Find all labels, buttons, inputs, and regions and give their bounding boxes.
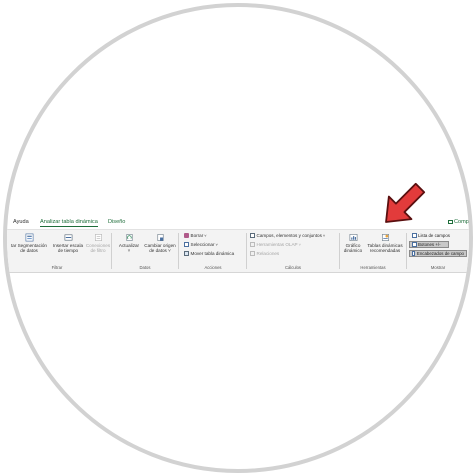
group-separator <box>246 233 247 269</box>
select-button[interactable]: Seleccionar ˅ <box>184 241 218 248</box>
field-headers-label: Encabezados de campo <box>416 251 464 256</box>
group-herramientas: Gráfico dinámico Tablas dinámicas recome… <box>341 230 405 272</box>
pivotchart-line2: dinámico <box>343 248 363 254</box>
move-table-icon <box>184 251 189 256</box>
red-arrow-icon <box>385 182 426 223</box>
group-label-acciones: Acciones <box>204 265 222 270</box>
timeline-icon <box>64 234 72 241</box>
tab-compartir-label: Comp <box>454 219 469 225</box>
fields-items-sets-caret: ˅ <box>322 233 326 238</box>
clear-button[interactable]: Borrar ˅ <box>184 232 207 239</box>
move-pivottable-button[interactable]: Mover tabla dinámica <box>184 250 234 257</box>
tab-analizar-tabla-dinamica[interactable]: Analizar tabla dinámica <box>40 219 98 227</box>
group-label-calculos: Cálculos <box>284 265 302 270</box>
plus-minus-icon <box>412 242 417 247</box>
clear-label: Borrar <box>190 233 204 238</box>
share-icon <box>448 219 453 224</box>
group-calculos: Campos, elementos y conjuntos ˅ Herramie… <box>248 230 338 272</box>
tab-compartir[interactable]: Comp <box>448 219 469 225</box>
relationships-label: Relaciones <box>256 251 280 256</box>
field-headers-icon <box>412 251 416 256</box>
select-icon <box>184 242 189 247</box>
group-separator <box>339 233 340 269</box>
fields-items-icon <box>250 233 255 238</box>
olap-tools-label: Herramientas OLAP <box>256 242 298 247</box>
recommended-pivottables-line2: recomendadas <box>369 248 401 254</box>
olap-icon <box>250 242 255 247</box>
group-label-datos: Datos <box>139 265 151 270</box>
olap-tools-button[interactable]: Herramientas OLAP ˅ <box>250 241 301 248</box>
tab-diseno[interactable]: Diseño <box>108 219 125 225</box>
filter-connections-line2: de filtro <box>90 248 106 254</box>
group-mostrar: Lista de campos Botones +/- Encabezados … <box>407 230 469 272</box>
fields-items-sets-label: Campos, elementos y conjuntos <box>256 233 322 238</box>
insert-slicer-line2: de datos <box>20 248 38 254</box>
recommended-pivottables-button[interactable]: Tablas dinámicas recomendadas <box>366 233 404 254</box>
filter-connections-icon <box>94 234 102 241</box>
relationships-icon <box>250 251 255 256</box>
group-separator <box>111 233 112 269</box>
plus-minus-buttons-label: Botones +/- <box>418 242 441 247</box>
clear-caret: ˅ <box>204 233 207 238</box>
field-list-icon <box>412 233 417 238</box>
select-label: Seleccionar <box>190 242 215 247</box>
pivotchart-button[interactable]: Gráfico dinámico <box>342 233 364 254</box>
field-list-button[interactable]: Lista de campos <box>409 232 457 239</box>
group-label-herramientas: Herramientas <box>360 265 386 270</box>
relationships-button[interactable]: Relaciones <box>250 250 279 257</box>
select-caret: ˅ <box>215 242 218 247</box>
move-pivottable-label: Mover tabla dinámica <box>190 251 235 256</box>
insert-timeline-button[interactable]: Insertar escala de tiempo <box>52 233 84 254</box>
group-label-filtrar: Filtrar <box>51 265 63 270</box>
refresh-icon <box>126 234 132 241</box>
recommended-pivottables-icon <box>381 234 389 241</box>
olap-tools-caret: ˅ <box>298 242 301 247</box>
refresh-button[interactable]: Actualizar ˅ <box>117 233 141 254</box>
group-separator <box>178 233 179 269</box>
refresh-line2: ˅ <box>127 248 131 254</box>
insert-timeline-line2: de tiempo <box>57 248 79 254</box>
group-datos: Actualizar ˅ Cambiar origen de datos ˅ D… <box>113 230 177 272</box>
group-filtrar: tar Segmentación de datos Insertar escal… <box>7 230 110 272</box>
group-label-mostrar: Mostrar <box>430 265 446 270</box>
circular-frame: Ayuda Analizar tabla dinámica Diseño Com… <box>3 3 473 473</box>
ribbon: tar Segmentación de datos Insertar escal… <box>7 229 469 273</box>
group-acciones: Borrar ˅ Seleccionar ˅ Mover tabla dinám… <box>180 230 246 272</box>
pivotchart-icon <box>349 234 357 241</box>
fields-items-sets-button[interactable]: Campos, elementos y conjuntos ˅ <box>250 232 325 239</box>
change-data-source-button[interactable]: Cambiar origen de datos ˅ <box>144 233 176 254</box>
slicer-icon <box>25 233 33 242</box>
filter-connections-button[interactable]: Conexiones de filtro <box>85 233 111 254</box>
field-list-label: Lista de campos <box>418 233 450 238</box>
field-headers-toggle[interactable]: Encabezados de campo <box>409 250 467 257</box>
plus-minus-buttons-toggle[interactable]: Botones +/- <box>409 241 449 248</box>
change-data-source-line2: de datos ˅ <box>149 248 171 254</box>
insert-slicer-button[interactable]: tar Segmentación de datos <box>9 233 49 254</box>
change-source-icon <box>157 234 163 241</box>
tab-ayuda[interactable]: Ayuda <box>13 219 29 225</box>
clear-icon <box>184 233 189 238</box>
